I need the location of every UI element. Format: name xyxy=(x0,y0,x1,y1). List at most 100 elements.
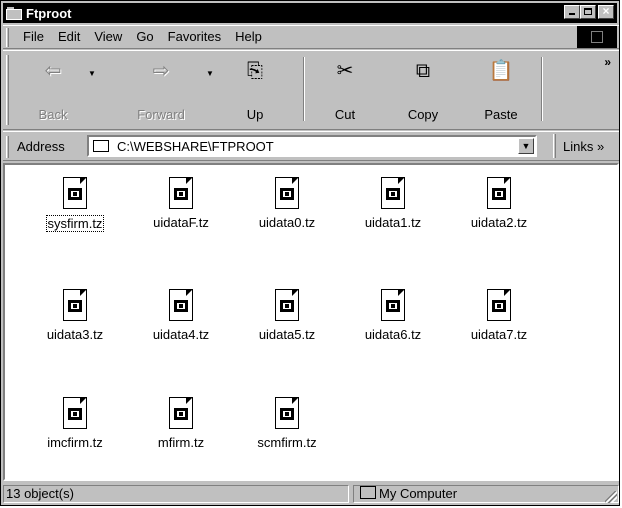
cut-label: Cut xyxy=(334,107,356,122)
file-name: uidata1.tz xyxy=(364,215,422,230)
file-icon xyxy=(377,177,409,209)
file-list-view[interactable]: sysfirm.tz uidataF.tz uidata0.tz uidata1.tz… xyxy=(3,163,619,481)
file-name: uidata7.tz xyxy=(470,327,528,342)
forward-button[interactable]: ⇨ Forward xyxy=(123,53,199,129)
back-button[interactable]: ⇦ Back xyxy=(23,53,83,129)
menu-bar: File Edit View Go Favorites Help xyxy=(3,25,619,49)
copy-button[interactable]: ⧉ Copy xyxy=(393,53,453,129)
chevron-down-icon: ▼ xyxy=(521,141,531,151)
status-bar: 13 object(s) My Computer xyxy=(3,483,619,505)
file-name: scmfirm.tz xyxy=(257,435,317,450)
file-name: uidata4.tz xyxy=(152,327,210,342)
file-item[interactable]: uidata5.tz xyxy=(237,289,337,342)
addressbar-grip[interactable] xyxy=(6,136,9,158)
paste-label: Paste xyxy=(484,107,518,122)
minimize-button[interactable] xyxy=(564,5,580,19)
file-icon xyxy=(483,289,515,321)
links-button[interactable]: Links » xyxy=(563,139,604,154)
up-button[interactable]: ⎘ Up xyxy=(225,53,285,129)
maximize-icon xyxy=(584,8,592,15)
file-item[interactable]: scmfirm.tz xyxy=(237,397,337,450)
paste-icon: 📋 xyxy=(488,60,514,82)
file-icon xyxy=(59,177,91,209)
status-zone-label: My Computer xyxy=(379,486,458,501)
file-icon xyxy=(165,177,197,209)
file-icon xyxy=(483,177,515,209)
file-item[interactable]: uidata0.tz xyxy=(237,177,337,230)
address-label: Address xyxy=(17,139,65,154)
windows-logo xyxy=(577,26,617,48)
toolbar-grip[interactable] xyxy=(6,55,9,125)
menubar-grip[interactable] xyxy=(6,28,9,47)
file-item[interactable]: uidata7.tz xyxy=(449,289,549,342)
file-name: sysfirm.tz xyxy=(45,215,105,232)
back-label: Back xyxy=(38,107,68,122)
file-item[interactable]: sysfirm.tz xyxy=(25,177,125,232)
file-icon xyxy=(271,177,303,209)
file-item[interactable]: uidata1.tz xyxy=(343,177,443,230)
file-name: mfirm.tz xyxy=(157,435,205,450)
file-name: uidata6.tz xyxy=(364,327,422,342)
file-item[interactable]: uidata4.tz xyxy=(131,289,231,342)
forward-label: Forward xyxy=(137,107,185,122)
menu-go[interactable]: Go xyxy=(136,29,153,44)
file-name: uidata0.tz xyxy=(258,215,316,230)
close-icon: × xyxy=(602,4,610,18)
standard-toolbar: ⇦ Back ▼ ⇨ Forward ▼ ⎘ Up ✂ Cut ⧉ Copy 📋… xyxy=(3,50,619,130)
file-name: imcfirm.tz xyxy=(47,435,103,450)
folder-icon xyxy=(6,6,22,20)
maximize-button[interactable] xyxy=(580,5,596,19)
file-name: uidata3.tz xyxy=(46,327,104,342)
up-label: Up xyxy=(246,107,264,122)
file-icon xyxy=(59,397,91,429)
back-arrow-icon: ⇦ xyxy=(44,60,62,82)
file-icon xyxy=(271,397,303,429)
file-item[interactable]: uidata3.tz xyxy=(25,289,125,342)
windows-flag-icon xyxy=(591,31,603,43)
links-grip[interactable] xyxy=(553,134,556,158)
address-dropdown-button[interactable]: ▼ xyxy=(518,138,534,154)
file-item[interactable]: mfirm.tz xyxy=(131,397,231,450)
toolbar-separator xyxy=(541,57,543,121)
computer-icon xyxy=(360,486,376,499)
copy-icon: ⧉ xyxy=(415,60,431,82)
file-item[interactable]: uidata2.tz xyxy=(449,177,549,230)
folder-icon xyxy=(93,140,109,152)
cut-button[interactable]: ✂ Cut xyxy=(315,53,375,129)
file-icon xyxy=(59,289,91,321)
menu-edit[interactable]: Edit xyxy=(58,29,80,44)
minimize-icon xyxy=(569,13,575,15)
file-name: uidataF.tz xyxy=(153,215,209,230)
copy-label: Copy xyxy=(407,107,439,122)
file-item[interactable]: uidataF.tz xyxy=(131,177,231,230)
paste-button[interactable]: 📋 Paste xyxy=(471,53,531,129)
close-button[interactable]: × xyxy=(598,4,614,19)
file-icon xyxy=(377,289,409,321)
menu-file[interactable]: File xyxy=(23,29,44,44)
menu-favorites[interactable]: Favorites xyxy=(168,29,221,44)
forward-dropdown[interactable]: ▼ xyxy=(205,69,215,79)
file-name: uidata2.tz xyxy=(470,215,528,230)
forward-arrow-icon: ⇨ xyxy=(152,60,170,82)
back-dropdown[interactable]: ▼ xyxy=(87,69,97,79)
address-value[interactable]: C:\WEBSHARE\FTPROOT xyxy=(117,139,274,154)
window-title: Ftproot xyxy=(26,5,72,21)
address-input[interactable]: C:\WEBSHARE\FTPROOT ▼ xyxy=(87,135,537,157)
explorer-window: Ftproot × File Edit View Go Favorites He… xyxy=(0,0,620,506)
file-item[interactable]: uidata6.tz xyxy=(343,289,443,342)
address-bar: Address C:\WEBSHARE\FTPROOT ▼ Links » xyxy=(3,131,619,161)
resize-grip[interactable] xyxy=(605,491,617,503)
status-zone: My Computer xyxy=(353,485,619,503)
status-object-count: 13 object(s) xyxy=(3,485,349,503)
file-name: uidata5.tz xyxy=(258,327,316,342)
file-icon xyxy=(165,397,197,429)
file-icon xyxy=(271,289,303,321)
toolbar-more-chevron[interactable]: » xyxy=(604,55,611,69)
title-bar[interactable]: Ftproot × xyxy=(3,3,617,23)
file-icon xyxy=(165,289,197,321)
menu-help[interactable]: Help xyxy=(235,29,262,44)
scissors-icon: ✂ xyxy=(336,60,354,82)
up-folder-icon: ⎘ xyxy=(247,60,263,82)
file-item[interactable]: imcfirm.tz xyxy=(25,397,125,450)
menu-view[interactable]: View xyxy=(94,29,122,44)
